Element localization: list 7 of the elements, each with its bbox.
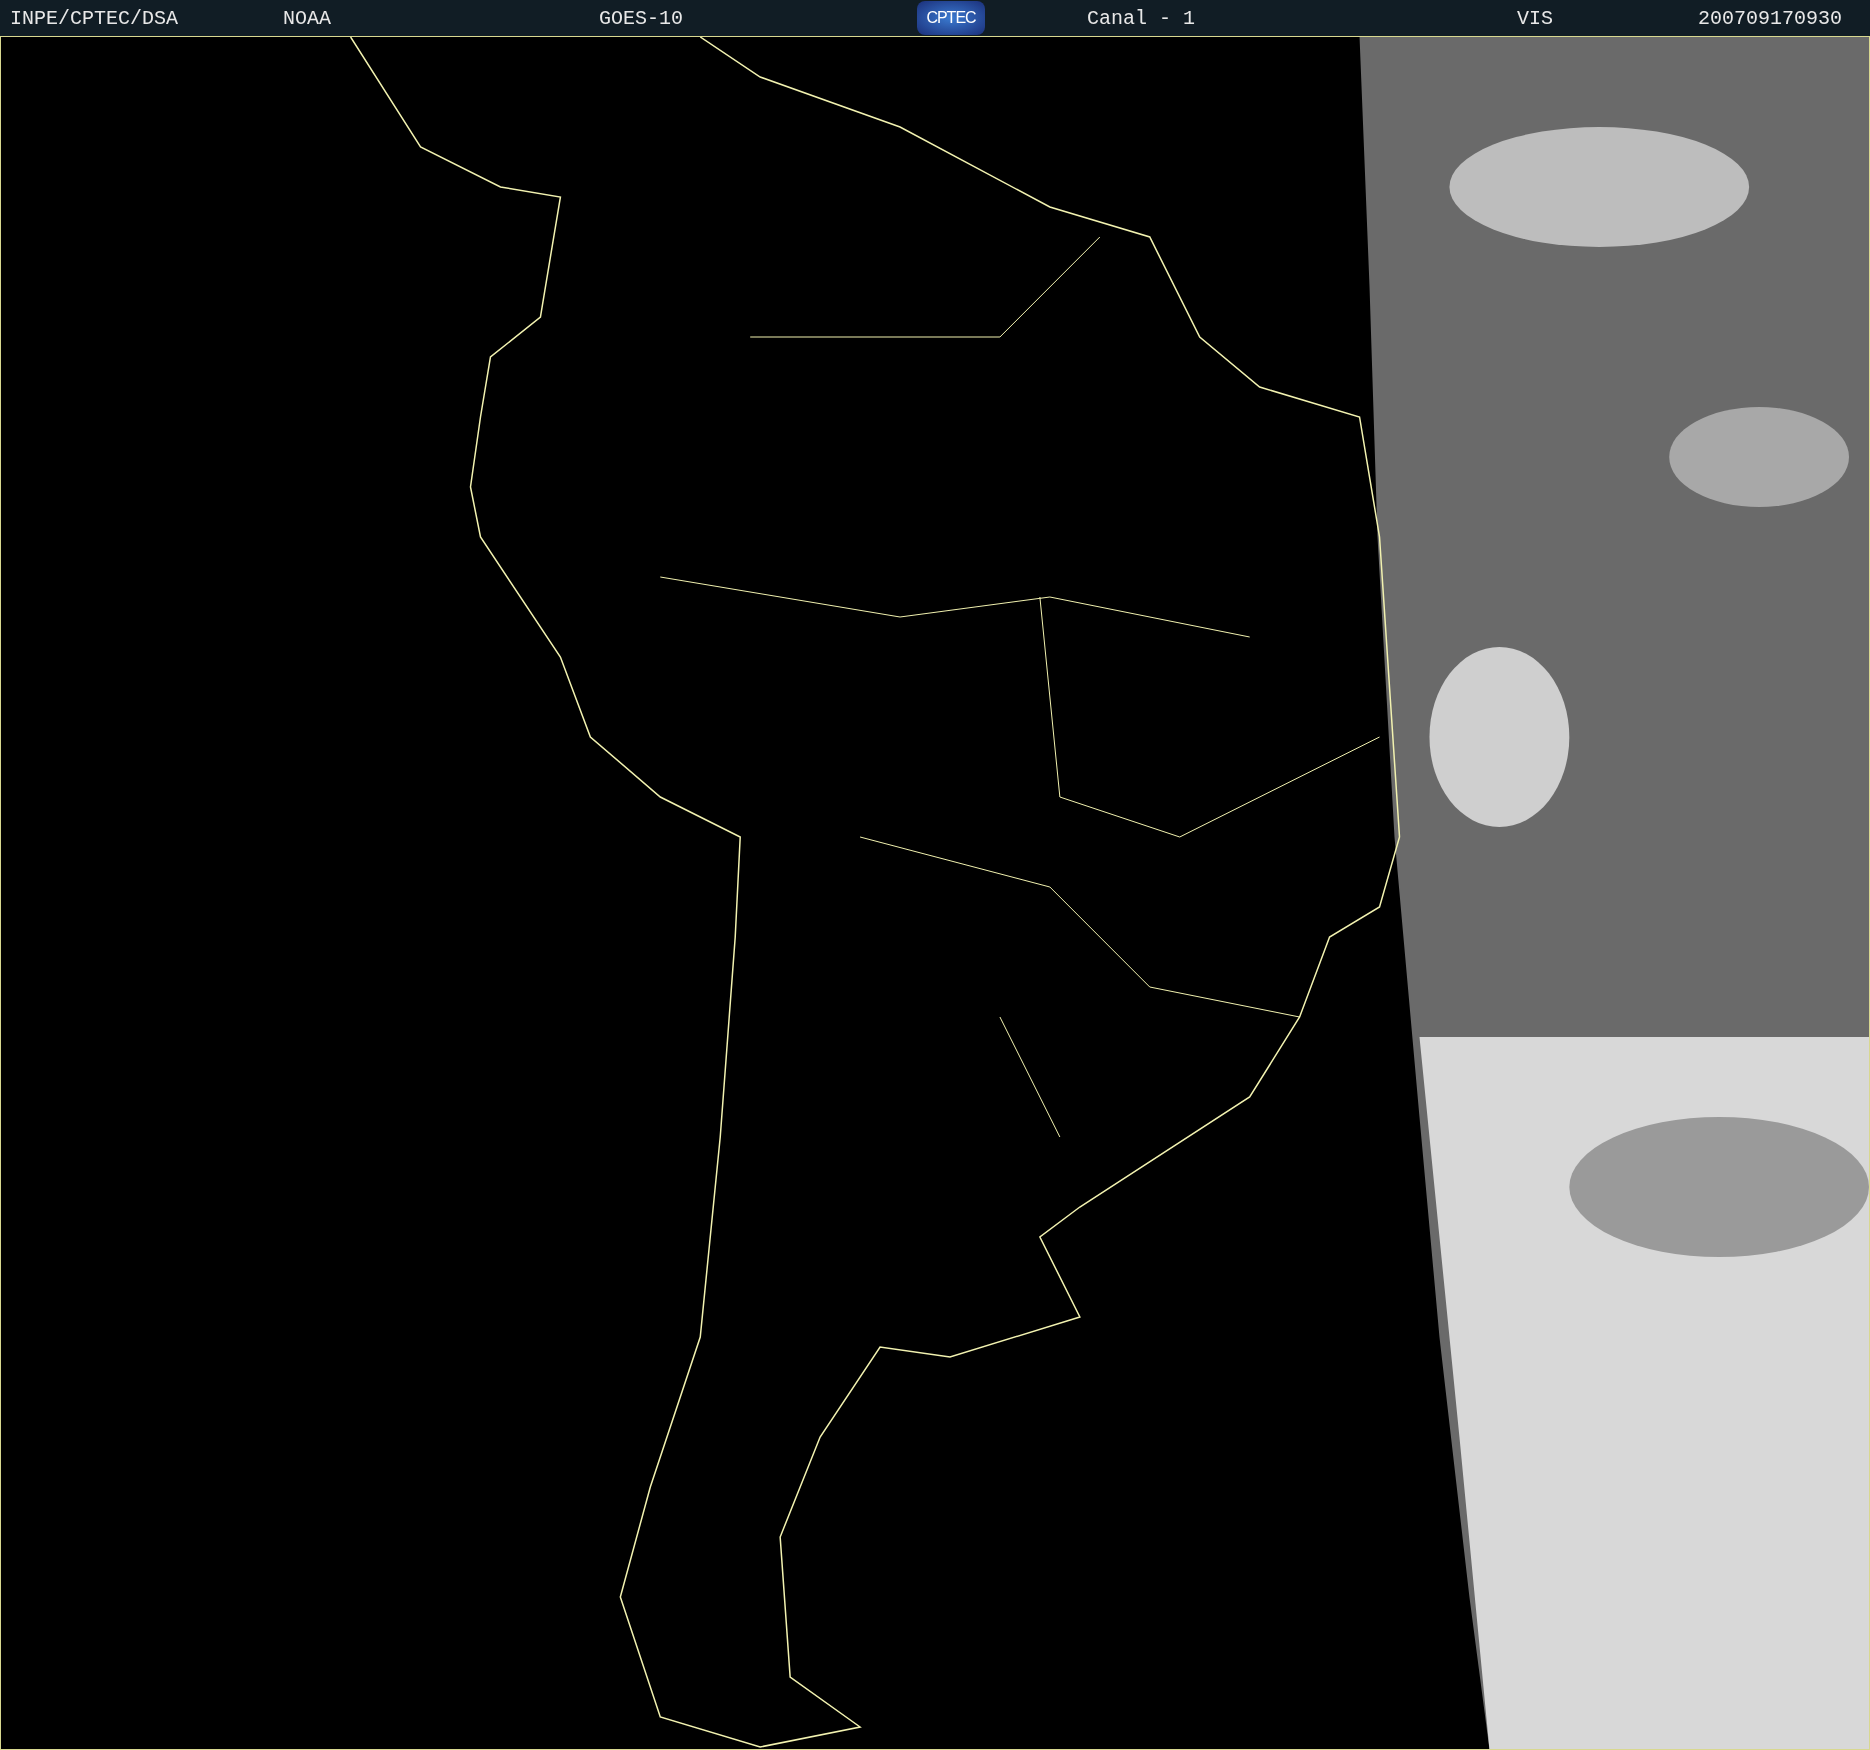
source-label: NOAA — [283, 6, 331, 30]
channel-label: Canal - 1 — [1087, 6, 1196, 30]
timestamp-label: 200709170930 — [1698, 6, 1843, 30]
band-label: VIS — [1517, 6, 1553, 30]
logo: CPTEC — [917, 1, 985, 35]
agency-label: INPE/CPTEC/DSA — [10, 6, 179, 30]
satellite-label: GOES-10 — [599, 6, 683, 30]
